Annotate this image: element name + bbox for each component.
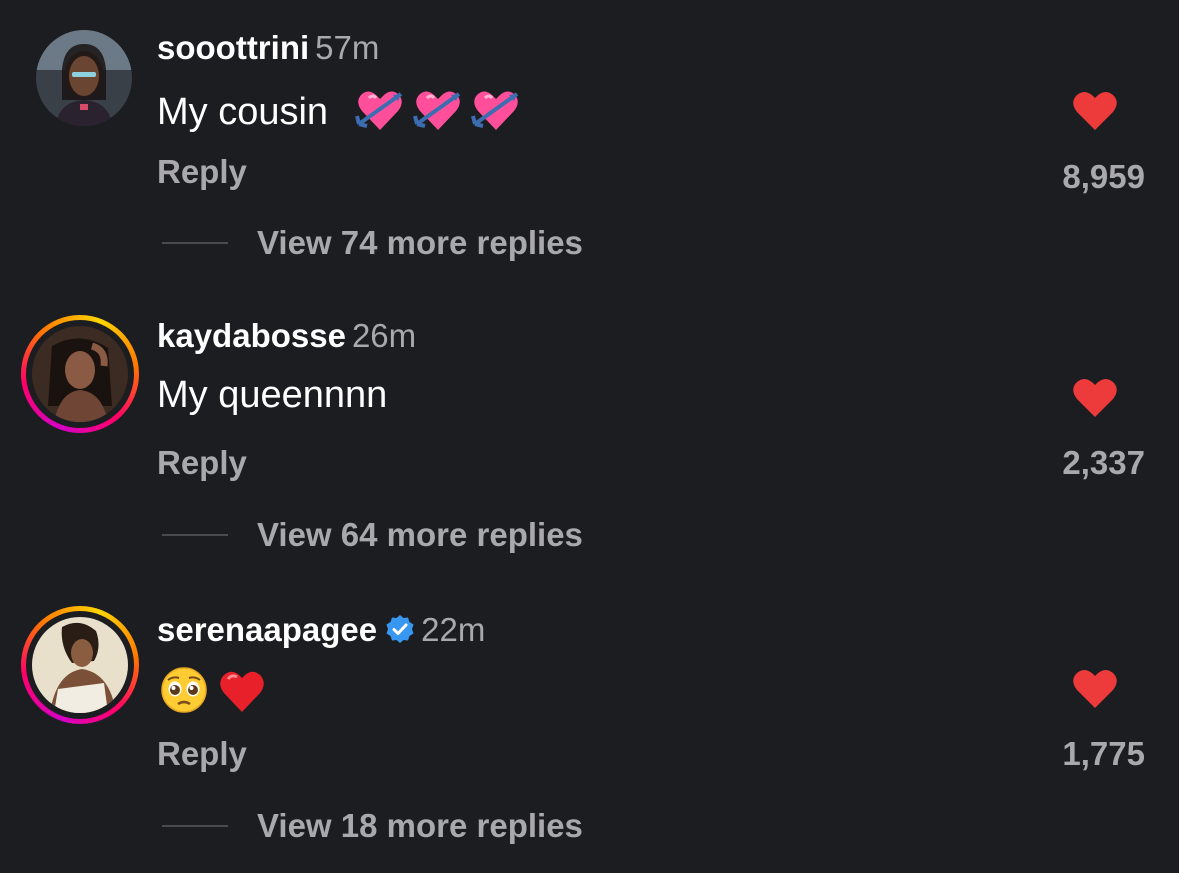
verified-badge-icon [385, 613, 415, 653]
timestamp: 22m [421, 611, 486, 648]
like-heart-icon[interactable] [1072, 667, 1118, 709]
comment-item: serenaapagee 22m Reply 1,775 View 18 mor… [0, 0, 1179, 873]
username[interactable]: serenaapagee [157, 611, 377, 648]
red-heart-icon [217, 668, 267, 725]
comment-header: serenaapagee 22m [157, 610, 485, 653]
replies-divider [162, 825, 228, 827]
like-count: 1,775 [1062, 735, 1145, 772]
comment-text [157, 666, 267, 725]
pleading-face-icon [159, 666, 209, 725]
view-more-replies-button[interactable]: View 18 more replies [257, 806, 583, 846]
avatar-image [32, 617, 128, 713]
reply-button[interactable]: Reply [157, 734, 247, 774]
avatar[interactable] [21, 606, 139, 724]
